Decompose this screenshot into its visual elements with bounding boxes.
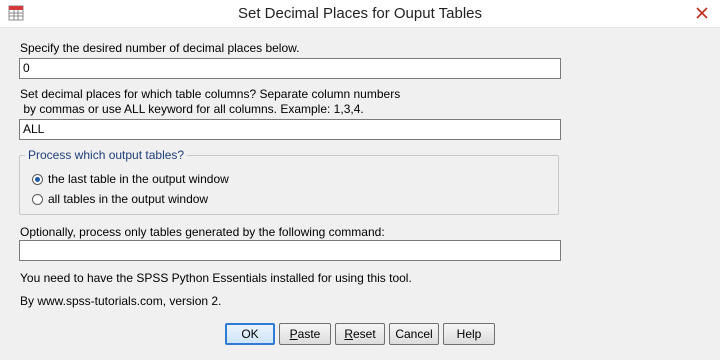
cancel-button[interactable]: Cancel bbox=[389, 323, 439, 345]
radio-button-selected[interactable] bbox=[32, 173, 43, 185]
reset-mnemonic: R bbox=[344, 327, 353, 341]
command-label: Optionally, process only tables generate… bbox=[20, 225, 385, 239]
ok-button[interactable]: OK bbox=[225, 323, 275, 345]
paste-button[interactable]: Paste bbox=[279, 323, 331, 345]
reset-button[interactable]: Reset bbox=[335, 323, 385, 345]
reset-label-rest: eset bbox=[352, 327, 376, 341]
radio-all-tables-label: all tables in the output window bbox=[48, 192, 209, 206]
radio-button-unselected[interactable] bbox=[32, 193, 43, 205]
paste-label-rest: aste bbox=[297, 327, 321, 341]
credit-text: By www.spss-tutorials.com, version 2. bbox=[20, 294, 222, 308]
decimal-places-label: Specify the desired number of decimal pl… bbox=[20, 41, 300, 55]
columns-label-line2: by commas or use ALL keyword for all col… bbox=[20, 102, 364, 116]
close-icon bbox=[696, 7, 708, 19]
columns-label-line1: Set decimal places for which table colum… bbox=[20, 87, 401, 101]
output-tables-group-legend: Process which output tables? bbox=[25, 148, 188, 162]
decimal-places-input[interactable]: 0 bbox=[19, 58, 561, 79]
radio-last-table-label: the last table in the output window bbox=[48, 172, 229, 186]
radio-all-tables[interactable]: all tables in the output window bbox=[32, 192, 208, 206]
title-bar[interactable]: Set Decimal Places for Ouput Tables bbox=[0, 0, 720, 28]
radio-last-table[interactable]: the last table in the output window bbox=[32, 172, 229, 186]
help-button[interactable]: Help bbox=[443, 323, 495, 345]
window-title: Set Decimal Places for Ouput Tables bbox=[237, 5, 482, 22]
command-input[interactable] bbox=[19, 240, 561, 261]
close-button[interactable] bbox=[684, 0, 720, 26]
dialog-body: Specify the desired number of decimal pl… bbox=[0, 28, 720, 360]
columns-input[interactable]: ALL bbox=[19, 119, 561, 140]
paste-mnemonic: P bbox=[289, 327, 298, 341]
python-essentials-note: You need to have the SPSS Python Essenti… bbox=[20, 271, 412, 285]
